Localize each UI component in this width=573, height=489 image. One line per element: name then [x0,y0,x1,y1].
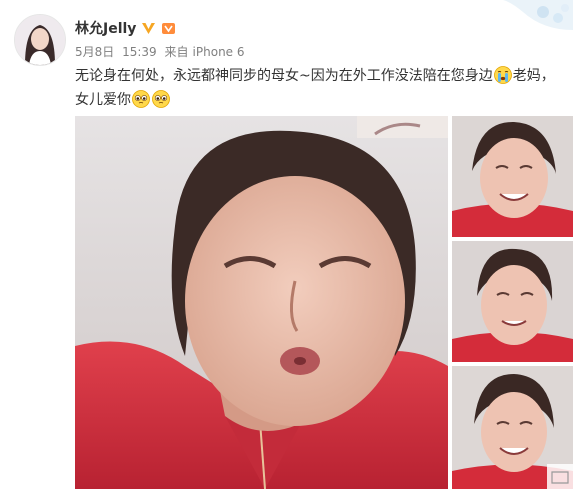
source-prefix: 来自 [164,45,189,59]
crying-emoji-icon [493,66,512,84]
user-avatar-icon [15,15,65,65]
main-photo[interactable] [75,116,448,489]
mother-photo-3-icon [452,241,573,362]
mother-photo-4-icon [452,366,573,489]
thumbnail-photo[interactable] [452,241,573,362]
mother-photo-2-icon [452,116,573,237]
thumbnail-photo[interactable] [452,116,573,237]
thumbnail-photo[interactable] [452,366,573,489]
puppy-eyes-emoji-icon [132,90,150,108]
avatar[interactable] [14,14,66,66]
post-header: 林允Jelly [75,18,176,38]
vip-member-icon[interactable] [161,21,176,36]
corner-decoration [503,0,573,30]
post-date[interactable]: 5月8日 [75,45,114,59]
post-text-part1: 无论身在何处，永远都神同步的母女~因为在外工作没法陪在您身边 [75,68,493,84]
puppy-eyes-emoji-icon [152,90,170,108]
mother-selfie-photo-icon [75,116,448,489]
post-meta: 5月8日 15:39 来自 iPhone 6 [75,43,249,60]
user-name[interactable]: 林允Jelly [75,18,136,38]
post-source[interactable]: iPhone 6 [193,45,245,59]
verified-v-icon[interactable] [141,21,156,36]
post-time[interactable]: 15:39 [122,45,157,59]
post-text: 无论身在何处，永远都神同步的母女~因为在外工作没法陪在您身边 老妈，女儿爱你 [75,64,565,112]
